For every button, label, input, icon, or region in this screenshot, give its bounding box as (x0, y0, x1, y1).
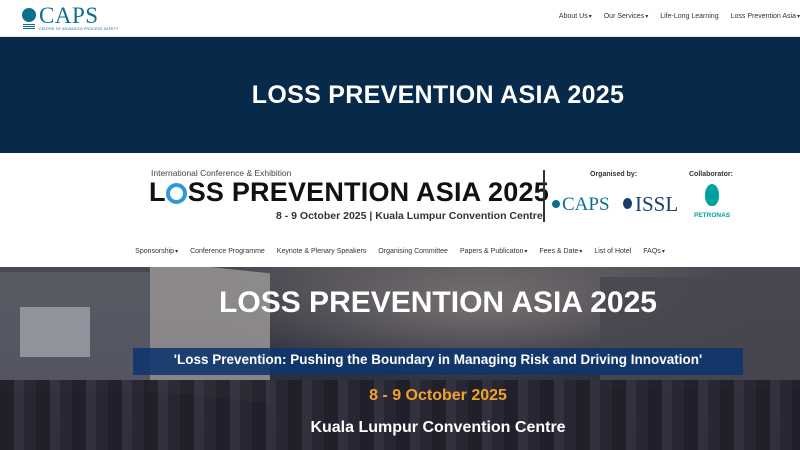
top-navbar: CAPS CENTRE OF ADVANCED PROCESS SAFETY A… (0, 0, 800, 37)
menu-life-long-learning[interactable]: Life-Long Learning (660, 13, 718, 20)
event-venue: Kuala Lumpur Convention Centre (310, 419, 566, 436)
chevron-down-icon: ▾ (645, 14, 649, 20)
subnav-faqs-label: FAQs (643, 248, 661, 255)
subnav-keynote-speakers[interactable]: Keynote & Plenary Speakers (277, 248, 367, 255)
subnav-conference-programme[interactable]: Conference Programme (190, 248, 265, 255)
subnav-keynote-speakers-label: Keynote & Plenary Speakers (276, 248, 367, 255)
conference-title-l: L (149, 177, 166, 207)
menu-about-us[interactable]: About Us▾ (559, 13, 592, 20)
organised-by-label: Organised by: (590, 171, 638, 178)
chevron-down-icon: ▾ (579, 249, 583, 255)
caps-organiser-logo: CAPS (562, 194, 610, 215)
caps-logo-icon (22, 8, 36, 22)
subnav-conference-programme-label: Conference Programme (190, 248, 265, 255)
caps-logo-text: CAPS (39, 3, 99, 28)
subnav-papers-publication[interactable]: Papers & Publicaton▾ (460, 248, 527, 255)
conference-title: L SS PREVENTION ASIA 2025 (149, 177, 549, 208)
menu-our-services[interactable]: Our Services▾ (604, 13, 648, 20)
subnav-sponsorship-label: Sponsorship (135, 248, 175, 255)
conference-subnav: Sponsorship▾ Conference Programme Keynot… (0, 248, 800, 255)
subnav-sponsorship[interactable]: Sponsorship▾ (135, 248, 178, 255)
menu-loss-prevention-asia-label: Loss Prevention Asia (730, 13, 796, 20)
chevron-down-icon: ▾ (661, 249, 665, 255)
main-menu: About Us▾ Our Services▾ Life-Long Learni… (559, 13, 800, 20)
chevron-down-icon: ▾ (524, 249, 528, 255)
subnav-organising-committee-label: Organising Committee (378, 248, 448, 255)
caps-small-logo-icon (552, 200, 560, 208)
menu-our-services-label: Our Services (603, 13, 645, 20)
menu-loss-prevention-asia[interactable]: Loss Prevention Asia▾ (731, 13, 800, 20)
subnav-papers-publication-label: Papers & Publicaton (459, 248, 524, 255)
menu-about-us-label: About Us (558, 13, 588, 20)
subnav-list-of-hotel-label: List of Hotel (594, 248, 632, 255)
chevron-down-icon: ▾ (175, 249, 179, 255)
subnav-list-of-hotel[interactable]: List of Hotel (594, 248, 631, 255)
menu-life-long-learning-label: Life-Long Learning (660, 13, 719, 20)
event-date: 8 - 9 October 2025 (369, 387, 507, 404)
subnav-faqs[interactable]: FAQs▾ (643, 248, 665, 255)
conference-date-venue: 8 - 9 October 2025 | Kuala Lumpur Conven… (276, 210, 543, 222)
chevron-down-icon: ▾ (588, 14, 592, 20)
issl-organiser-logo: ISSL (635, 192, 679, 216)
issl-logo-icon (623, 198, 632, 209)
subnav-organising-committee[interactable]: Organising Committee (378, 248, 448, 255)
petronas-logo-text: PETRONAS (694, 212, 731, 219)
conference-title-rest: SS PREVENTION ASIA 2025 (187, 177, 549, 207)
ring-o-icon (166, 183, 188, 204)
collaborator-label: Collaborator: (689, 171, 733, 178)
caps-logo[interactable]: CAPS CENTRE OF ADVANCED PROCESS SAFETY (22, 3, 118, 33)
caps-logo-subtitle: CENTRE OF ADVANCED PROCESS SAFETY (39, 27, 119, 31)
subnav-fees-date-label: Fees & Date (539, 248, 579, 255)
event-tagline: 'Loss Prevention: Pushing the Boundary i… (173, 352, 703, 367)
banner-divider (543, 170, 545, 222)
caps-logo-bars-icon (23, 24, 35, 30)
page-title: LOSS PREVENTION ASIA 2025 (251, 81, 625, 109)
petronas-logo-icon (705, 184, 719, 206)
subnav-fees-date[interactable]: Fees & Date▾ (539, 248, 582, 255)
photo-title: LOSS PREVENTION ASIA 2025 (219, 286, 657, 319)
